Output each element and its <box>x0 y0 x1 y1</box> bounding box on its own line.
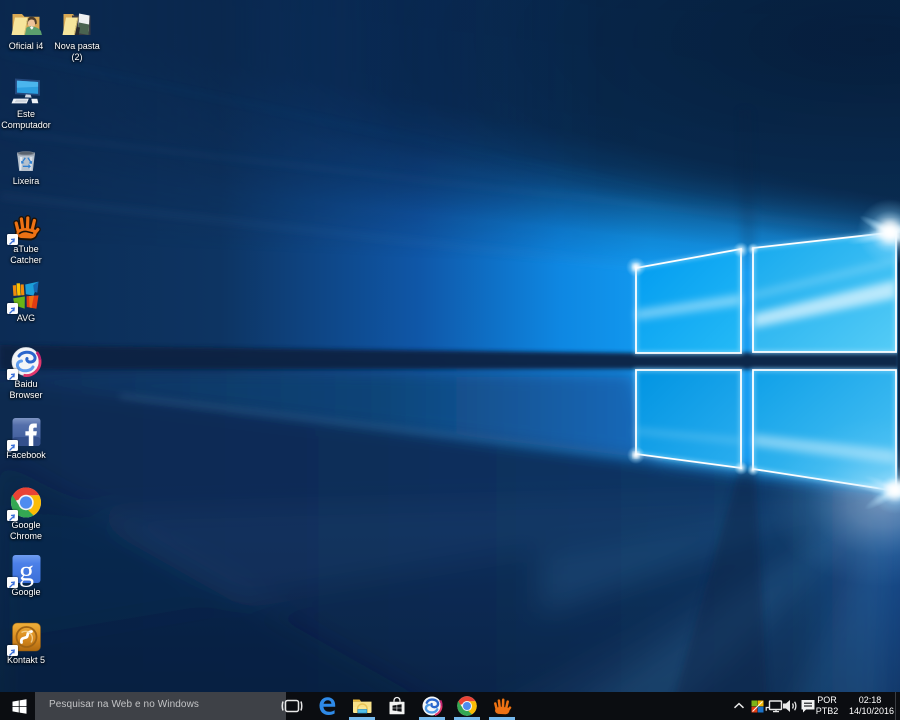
svg-text:g: g <box>19 555 34 588</box>
